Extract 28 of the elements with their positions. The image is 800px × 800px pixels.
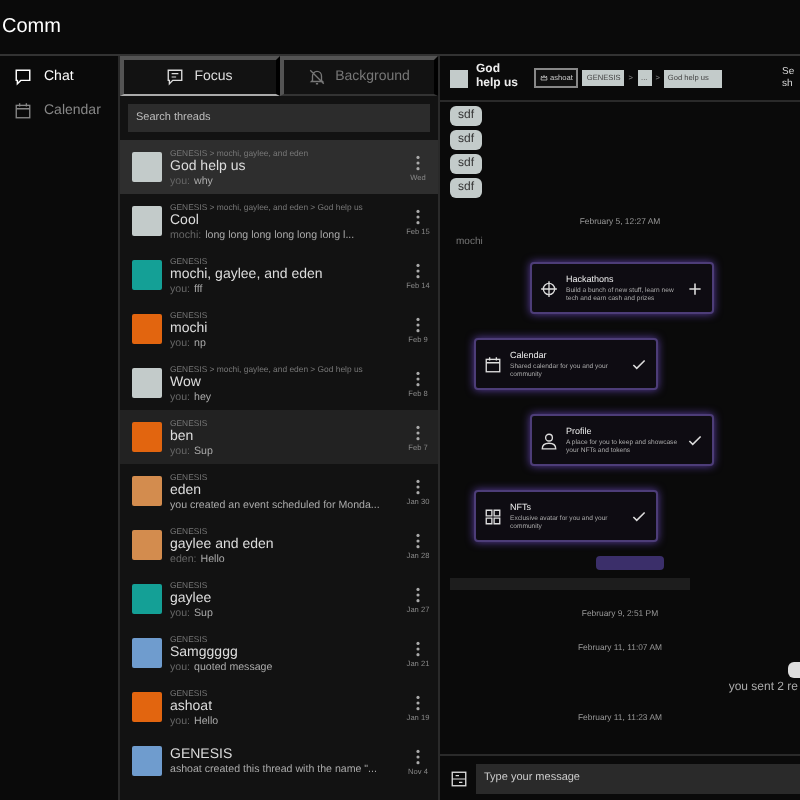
more-icon[interactable] (412, 261, 424, 279)
more-icon[interactable] (412, 585, 424, 603)
more-icon[interactable] (412, 477, 424, 495)
more-icon[interactable] (412, 531, 424, 549)
more-icon[interactable] (412, 207, 424, 225)
check-icon[interactable] (686, 431, 704, 449)
thread-avatar (450, 69, 468, 87)
more-icon[interactable] (412, 153, 424, 171)
more-icon[interactable] (412, 369, 424, 387)
more-icon[interactable] (412, 747, 424, 765)
message-bubble (788, 662, 800, 678)
calendar-icon (14, 102, 32, 120)
more-icon[interactable] (412, 693, 424, 711)
more-icon[interactable] (412, 423, 424, 441)
chat-icon (14, 68, 32, 86)
calendar-icon (484, 355, 502, 373)
more-icon[interactable] (412, 639, 424, 657)
check-icon[interactable] (630, 355, 648, 373)
crosshair-icon (540, 279, 558, 297)
chat-icon (166, 68, 185, 86)
check-icon[interactable] (630, 507, 648, 525)
more-icon[interactable] (412, 315, 424, 333)
crown-icon (540, 74, 548, 82)
grid-icon (484, 507, 502, 525)
app-title: Comm (0, 16, 61, 38)
person-icon (540, 431, 558, 449)
bell-off-icon (307, 68, 326, 86)
plus-icon[interactable] (686, 279, 704, 297)
